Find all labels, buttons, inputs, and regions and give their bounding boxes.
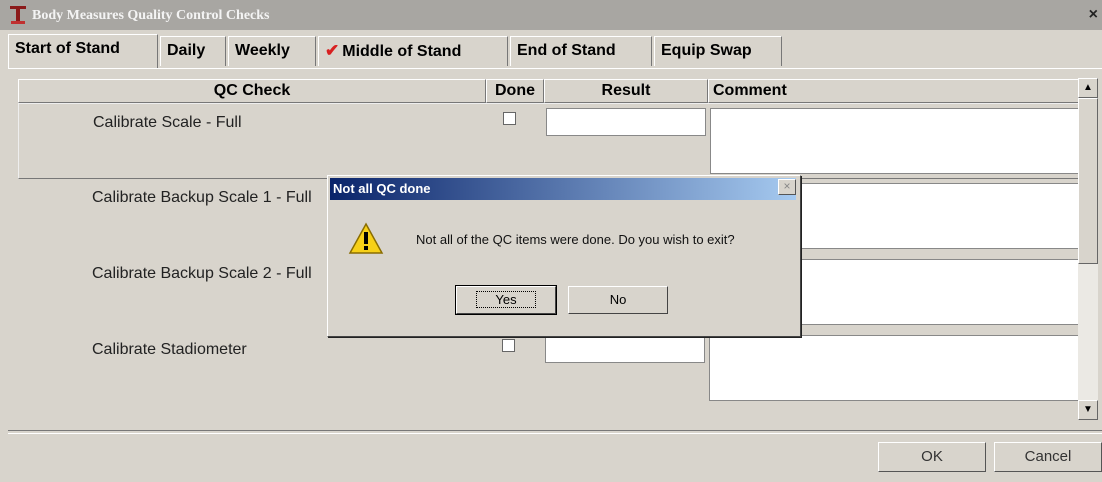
vertical-scrollbar[interactable]: ▲ ▼ <box>1078 78 1098 420</box>
result-input[interactable] <box>545 335 705 363</box>
confirm-dialog: Not all QC done × Not all of the QC item… <box>327 175 801 337</box>
app-icon <box>10 6 26 24</box>
scrollbar-thumb[interactable] <box>1078 98 1098 264</box>
table-row[interactable]: Calibrate Scale - Full <box>18 103 1082 179</box>
qc-check-label: Calibrate Stadiometer <box>92 341 247 358</box>
tab-equip-swap[interactable]: Equip Swap <box>654 36 782 66</box>
header-done: Done <box>486 79 544 103</box>
comment-input[interactable] <box>710 108 1080 174</box>
yes-button-label: Yes <box>476 291 536 308</box>
header-comment: Comment <box>708 79 1082 103</box>
qc-check-label: Calibrate Backup Scale 1 - Full <box>92 189 312 206</box>
window-titlebar: Body Measures Quality Control Checks × <box>0 0 1102 30</box>
tab-daily[interactable]: Daily <box>160 36 226 66</box>
close-icon[interactable]: × <box>1089 6 1098 24</box>
done-checkbox[interactable] <box>503 112 516 125</box>
qc-check-label: Calibrate Backup Scale 2 - Full <box>92 265 312 282</box>
comment-input[interactable] <box>709 335 1079 401</box>
dialog-close-icon[interactable]: × <box>778 179 796 195</box>
checkmark-icon: ✔ <box>325 41 340 60</box>
header-result: Result <box>544 79 708 103</box>
dialog-message: Not all of the QC items were done. Do yo… <box>416 232 735 247</box>
window-title: Body Measures Quality Control Checks <box>32 8 270 23</box>
qc-check-label: Calibrate Scale - Full <box>93 114 242 131</box>
ok-button[interactable]: OK <box>878 442 986 472</box>
table-row[interactable]: Calibrate Stadiometer <box>18 331 1082 407</box>
footer-divider <box>8 430 1102 434</box>
tab-weekly[interactable]: Weekly <box>228 36 316 66</box>
scroll-up-icon[interactable]: ▲ <box>1078 78 1098 98</box>
tab-end-of-stand[interactable]: End of Stand <box>510 36 652 66</box>
no-button[interactable]: No <box>568 286 668 314</box>
cancel-button[interactable]: Cancel <box>994 442 1102 472</box>
header-qc-check: QC Check <box>18 79 486 103</box>
dialog-title: Not all QC done <box>333 181 431 196</box>
dialog-titlebar: Not all QC done <box>330 178 796 200</box>
done-checkbox[interactable] <box>502 339 515 352</box>
no-button-label: No <box>609 292 627 307</box>
warning-icon <box>348 222 384 254</box>
yes-button[interactable]: Yes <box>455 285 557 315</box>
tab-start-of-stand[interactable]: Start of Stand <box>8 34 158 68</box>
result-input[interactable] <box>546 108 706 136</box>
tab-middle-of-stand[interactable]: ✔ Middle of Stand <box>318 36 508 66</box>
scroll-down-icon[interactable]: ▼ <box>1078 400 1098 420</box>
